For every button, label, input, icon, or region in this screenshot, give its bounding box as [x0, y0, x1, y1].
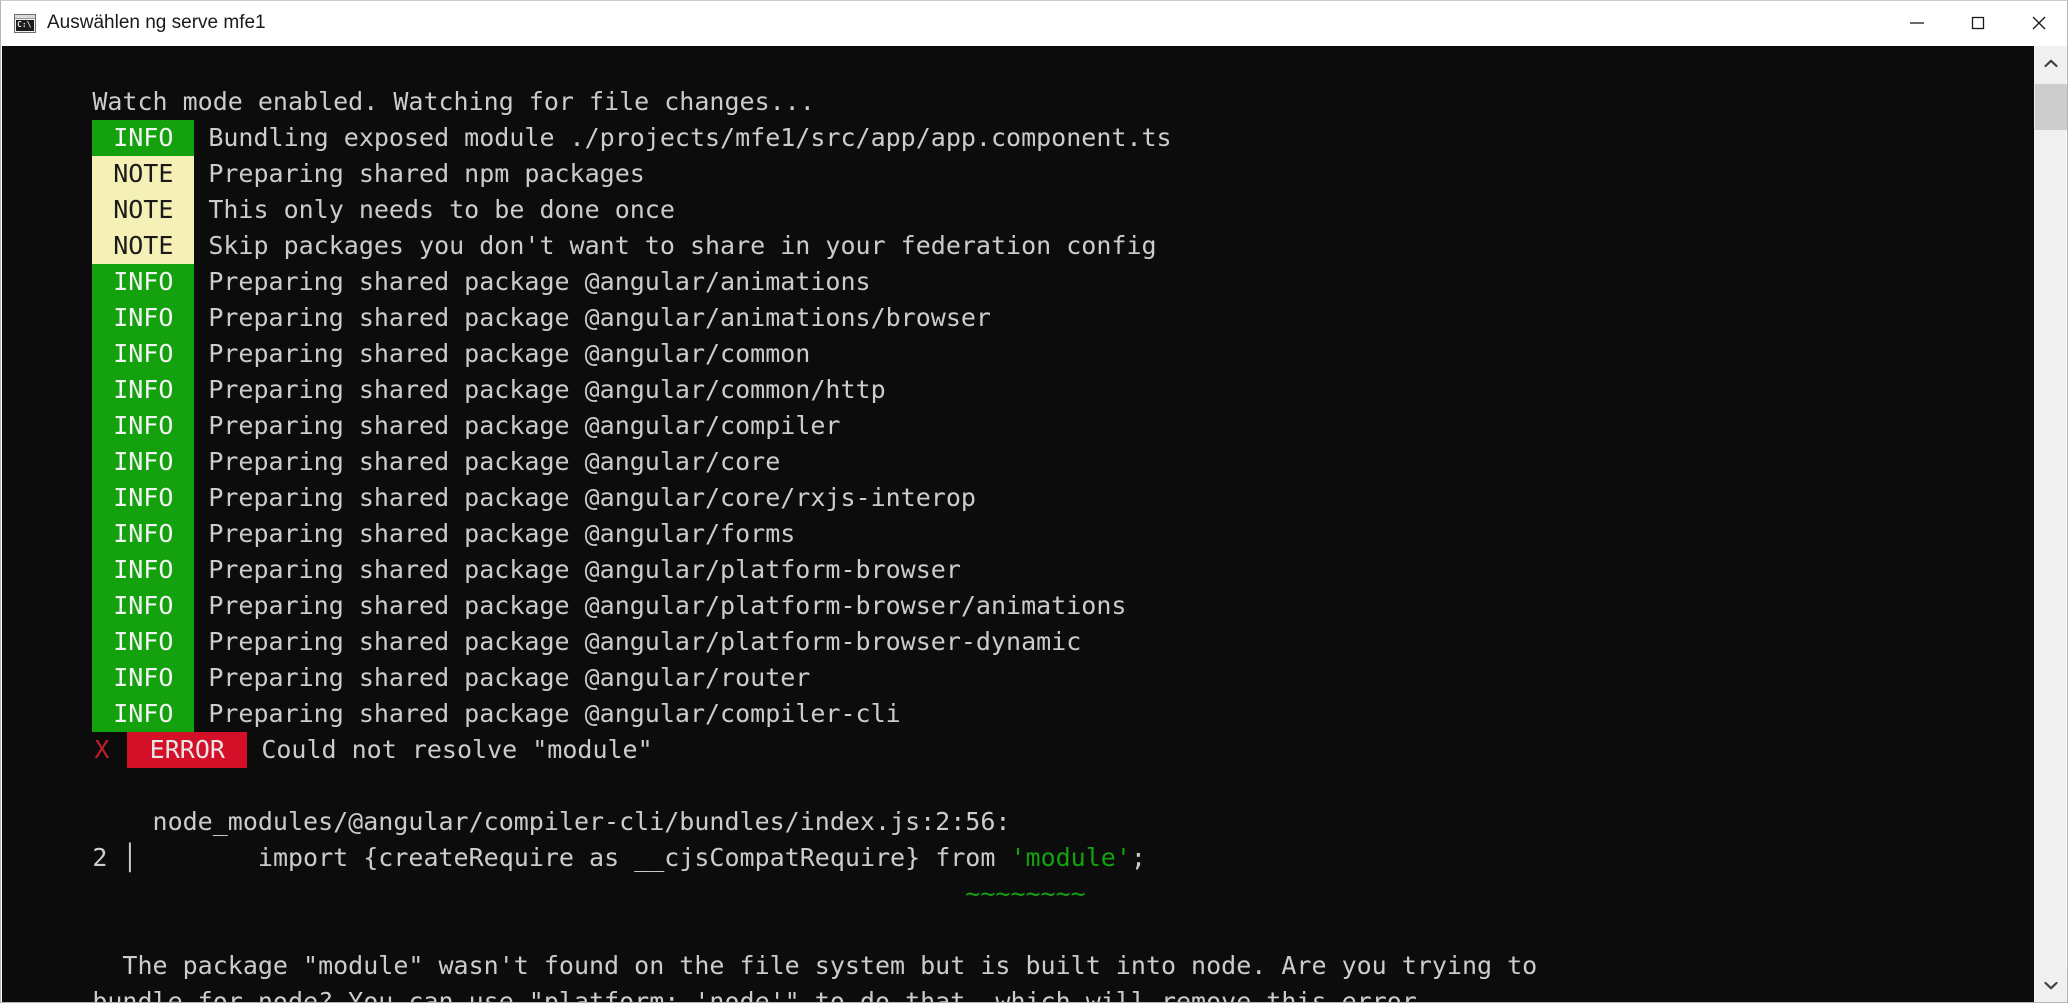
cmd-console-icon: ··· C:\ [14, 13, 36, 33]
error-file-location: node_modules/@angular/compiler-cli/bundl… [92, 807, 1011, 836]
info-badge: INFO [92, 444, 195, 480]
error-badge: ERROR [127, 732, 248, 768]
log-message: Preparing shared package @angular/common [208, 339, 811, 368]
close-button[interactable] [2008, 1, 2067, 45]
maximize-button[interactable] [1947, 1, 2008, 45]
chevron-down-icon [2044, 981, 2058, 989]
info-badge: INFO [92, 120, 195, 156]
console-window: ··· C:\ Auswählen ng serve mfe1 Watch mo… [0, 0, 2068, 1003]
error-hint-line-2: bundle for node? You can use "platform: … [92, 987, 1432, 1002]
log-message: Preparing shared package @angular/platfo… [208, 555, 961, 584]
squiggle-indent [92, 876, 965, 912]
info-badge: INFO [92, 660, 195, 696]
code-gutter-separator: │ [107, 843, 138, 872]
terminal-output[interactable]: Watch mode enabled. Watching for file ch… [2, 46, 2037, 1002]
log-message: Preparing shared package @angular/core [208, 447, 781, 476]
log-message: Preparing shared package @angular/compil… [208, 699, 901, 728]
code-gutter-line-number: 2 [92, 843, 108, 872]
terminal-line: Watch mode enabled. Watching for file ch… [2, 48, 2037, 116]
log-message: This only needs to be done once [208, 195, 675, 224]
error-marker-icon: X [94, 735, 110, 764]
code-text-before: import {createRequire as __cjsCompatRequ… [137, 843, 1011, 872]
vertical-scrollbar[interactable] [2034, 46, 2067, 1002]
info-badge: INFO [92, 624, 195, 660]
title-bar[interactable]: ··· C:\ Auswählen ng serve mfe1 [1, 1, 2067, 46]
close-icon [2032, 16, 2045, 30]
log-message: Preparing shared package @angular/animat… [208, 267, 871, 296]
log-message: Preparing shared package @angular/forms [208, 519, 796, 548]
error-hint-line-1: The package "module" wasn't found on the… [92, 951, 1538, 980]
info-badge: INFO [92, 336, 195, 372]
code-string-literal: 'module' [1010, 843, 1131, 872]
terminal-line-filepath: node_modules/@angular/compiler-cli/bundl… [2, 768, 2037, 836]
info-badge: INFO [92, 516, 195, 552]
log-message: Preparing shared package @angular/core/r… [208, 483, 976, 512]
terminal-line: The package "module" wasn't found on the… [2, 912, 2037, 980]
log-message: Preparing shared package @angular/platfo… [208, 591, 1127, 620]
scrollbar-track[interactable] [2035, 80, 2067, 968]
info-badge: INFO [92, 408, 195, 444]
log-message: Preparing shared package @angular/animat… [208, 303, 991, 332]
log-message: Preparing shared package @angular/router [208, 663, 811, 692]
code-text-after: ; [1130, 843, 1146, 872]
minimize-icon [1909, 22, 1924, 24]
window-title: Auswählen ng serve mfe1 [47, 12, 266, 33]
log-message: Preparing shared npm packages [208, 159, 645, 188]
chevron-up-icon [2044, 59, 2058, 67]
scrollbar-down-button[interactable] [2035, 968, 2067, 1002]
squiggle-underline: ~~~~~~~~ [965, 879, 1086, 908]
log-message: Preparing shared package @angular/compil… [208, 411, 841, 440]
info-badge: INFO [92, 552, 195, 588]
info-badge: INFO [92, 480, 195, 516]
log-message: Watch mode enabled. Watching for file ch… [92, 87, 815, 116]
note-badge: NOTE [92, 228, 195, 264]
info-badge: INFO [92, 264, 195, 300]
log-message: Skip packages you don't want to share in… [208, 231, 1157, 260]
log-message: Bundling exposed module ./projects/mfe1/… [208, 123, 1172, 152]
scrollbar-up-button[interactable] [2035, 46, 2067, 80]
error-message: Could not resolve "module" [261, 735, 653, 764]
minimize-button[interactable] [1886, 1, 1947, 45]
info-badge: INFO [92, 588, 195, 624]
note-badge: NOTE [92, 192, 195, 228]
maximize-icon [1971, 16, 1984, 30]
log-message: Preparing shared package @angular/common… [208, 375, 886, 404]
log-message: Preparing shared package @angular/platfo… [208, 627, 1082, 656]
info-badge: INFO [92, 372, 195, 408]
info-badge: INFO [92, 300, 195, 336]
cmd-icon-screen-text: C:\ [16, 19, 34, 31]
note-badge: NOTE [92, 156, 195, 192]
scrollbar-thumb[interactable] [2035, 84, 2067, 130]
info-badge: INFO [92, 696, 195, 732]
